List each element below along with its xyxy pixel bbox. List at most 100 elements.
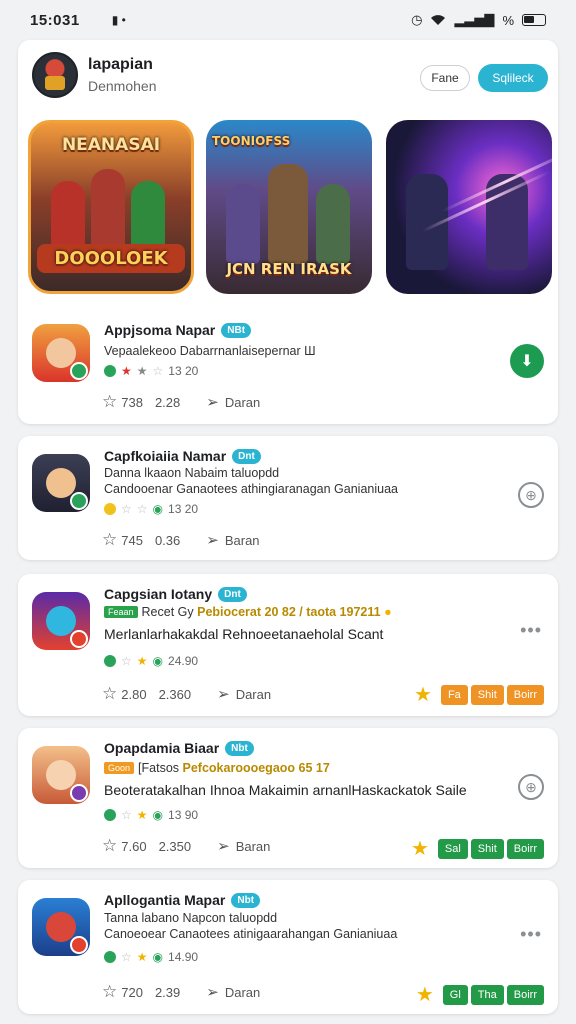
action-pill[interactable]: Boirr xyxy=(506,684,544,705)
action-pill[interactable]: Boirr xyxy=(506,984,544,1005)
banner-title: NEANASAI xyxy=(61,135,161,155)
rating-row: ☆ ★ ◉ 24.90 xyxy=(104,654,198,668)
more-options-icon[interactable]: ••• xyxy=(520,620,542,641)
verified-icon xyxy=(104,655,116,667)
star-icon: ★ xyxy=(136,364,148,378)
app-name[interactable]: Opapdamia Biaar Nbt xyxy=(104,740,254,756)
promo-text: Pefcokaroooegaoo 65 17 xyxy=(182,761,330,775)
banner-logo: JCN REN IRASK xyxy=(226,260,352,278)
action-pill[interactable]: Shit xyxy=(470,684,504,705)
app-card: Capfkoiaiia Namar Dnt Danna lkaaon Nabaim… xyxy=(18,436,558,560)
share-label[interactable]: Daran xyxy=(225,985,260,1000)
status-icons: ◷ ▂▃▅▇ % xyxy=(411,12,546,28)
action-pill[interactable]: Tha xyxy=(470,984,504,1005)
banner-title: TOONIOFSS xyxy=(212,134,291,148)
app-icon[interactable] xyxy=(32,746,90,804)
new-tag: NBt xyxy=(221,323,252,338)
star-outline-icon[interactable]: ☆ xyxy=(102,392,117,412)
app-name[interactable]: Capfkoiaiia Namar Dnt xyxy=(104,448,261,464)
action-pill[interactable]: Gl xyxy=(442,984,468,1005)
action-pill[interactable]: Sal xyxy=(437,838,468,859)
developer-avatar[interactable] xyxy=(32,52,78,98)
app-card: Capgsian Iotany Dnt Feaan Recet Gy Pebioce… xyxy=(18,574,558,716)
promo-line: Feaan Recet Gy Pebiocerat 20 82 / taota 1… xyxy=(104,605,392,619)
share-icon[interactable]: ➢ xyxy=(206,983,219,1001)
app-icon[interactable] xyxy=(32,898,90,956)
banner-game-2[interactable]: TOONIOFSS JCN REN IRASK xyxy=(206,120,372,294)
app-description: Vepaalekeoo Dabarrnanlaisepernar Ш xyxy=(104,344,316,358)
stat-size: 0.36 xyxy=(154,532,181,548)
app-icon[interactable] xyxy=(32,592,90,650)
star-icon: ☆ xyxy=(136,502,148,516)
promo-chip: Feaan xyxy=(104,606,138,618)
action-pill[interactable]: Shit xyxy=(470,838,504,859)
developer-title: lapapian xyxy=(88,56,153,73)
app-description: Tanna labano Napcon taluopdd xyxy=(104,911,278,925)
avatar xyxy=(46,338,76,368)
featured-card: lapapian Denmohen Fane Sqlileck NEANASAI… xyxy=(18,40,558,424)
star-icon: ★ xyxy=(121,364,132,378)
verified-badge xyxy=(70,362,88,380)
app-name[interactable]: Appjsoma Napar NBt xyxy=(104,322,252,338)
more-options-icon[interactable]: ••• xyxy=(520,924,542,945)
share-label[interactable]: Baran xyxy=(225,533,260,548)
promo-prefix: Recet Gy xyxy=(141,605,194,619)
rating-row: ☆ ★ ◉ 14.90 xyxy=(104,950,198,964)
stat-size: 2.350 xyxy=(158,838,192,854)
banner-game-3[interactable] xyxy=(386,120,552,294)
favorite-star-icon[interactable]: ★ xyxy=(411,836,429,861)
verified-icon xyxy=(104,951,116,963)
action-pill[interactable]: Fa xyxy=(440,684,468,705)
action-pill[interactable]: Boirr xyxy=(506,838,544,859)
app-name[interactable]: Capgsian Iotany Dnt xyxy=(104,586,247,602)
action-row: ★ Sal Shit Boirr xyxy=(411,836,544,861)
banner-game-1[interactable]: NEANASAI DOOOLOEK xyxy=(28,120,194,294)
coin-icon: ● xyxy=(384,605,392,619)
rating-text: 24.90 xyxy=(168,654,199,668)
app-card: Opapdamia Biaar Nbt Goon [Fatsos Pefcokaro… xyxy=(18,728,558,868)
app-description: Danna lkaaon Nabaim taluopdd xyxy=(104,466,280,480)
developer-subtitle: Denmohen xyxy=(88,78,157,94)
share-icon[interactable]: ➢ xyxy=(217,685,230,703)
star-outline-icon[interactable]: ☆ xyxy=(102,530,117,550)
new-tag: Nbt xyxy=(225,741,254,756)
share-icon[interactable]: ➢ xyxy=(206,393,219,411)
download-icon[interactable]: ⬇ xyxy=(510,344,544,378)
share-label[interactable]: Daran xyxy=(225,395,260,410)
star-outline-icon[interactable]: ☆ xyxy=(102,684,117,704)
share-label[interactable]: Daran xyxy=(236,687,271,702)
action-row: ★ Fa Shit Boirr xyxy=(414,682,544,707)
secondary-button[interactable]: Fane xyxy=(420,65,470,91)
app-name[interactable]: Apllogantia Mapar Nbt xyxy=(104,892,261,908)
badge-icon xyxy=(70,492,88,510)
app-icon[interactable] xyxy=(32,454,90,512)
primary-button[interactable]: Sqlileck xyxy=(478,64,548,92)
status-bar: 15:031 ▮ • ◷ ▂▃▅▇ % xyxy=(0,0,576,40)
stat-rating: 7.60 xyxy=(121,838,147,854)
app-description: Beoteratakalhan Ihnoa Makaimin arnanlHas… xyxy=(104,782,467,798)
rating-text: 14.90 xyxy=(168,950,199,964)
share-label[interactable]: Baran xyxy=(236,839,271,854)
share-icon[interactable]: ➢ xyxy=(206,531,219,549)
share-icon[interactable]: ➢ xyxy=(217,837,230,855)
favorite-star-icon[interactable]: ★ xyxy=(414,682,432,707)
stat-size: 2.39 xyxy=(154,984,181,1000)
star-outline-icon[interactable]: ☆ xyxy=(102,836,117,856)
star-icon: ★ xyxy=(136,808,148,822)
stat-size: 2.28 xyxy=(154,394,181,410)
refresh-icon[interactable]: ⊕ xyxy=(518,774,544,800)
rating-row: ☆ ★ ◉ 13 90 xyxy=(104,808,198,822)
avatar xyxy=(46,760,76,790)
app-description: Merlanlarhakakdal Rehnoeetanaeholal Scan… xyxy=(104,626,384,642)
refresh-icon[interactable]: ⊕ xyxy=(518,482,544,508)
app-icon[interactable] xyxy=(32,324,90,382)
app-description-2: Candooenar Ganaotees athingiaranagan Gan… xyxy=(104,482,398,496)
avatar xyxy=(46,912,76,942)
alarm-icon: ◷ xyxy=(411,12,423,27)
eye-icon: ◉ xyxy=(152,950,164,964)
star-outline-icon[interactable]: ☆ xyxy=(102,982,117,1002)
verified-icon xyxy=(104,809,116,821)
badge-icon xyxy=(70,630,88,648)
rating-text: 13 20 xyxy=(168,502,199,516)
favorite-star-icon[interactable]: ★ xyxy=(416,982,434,1007)
